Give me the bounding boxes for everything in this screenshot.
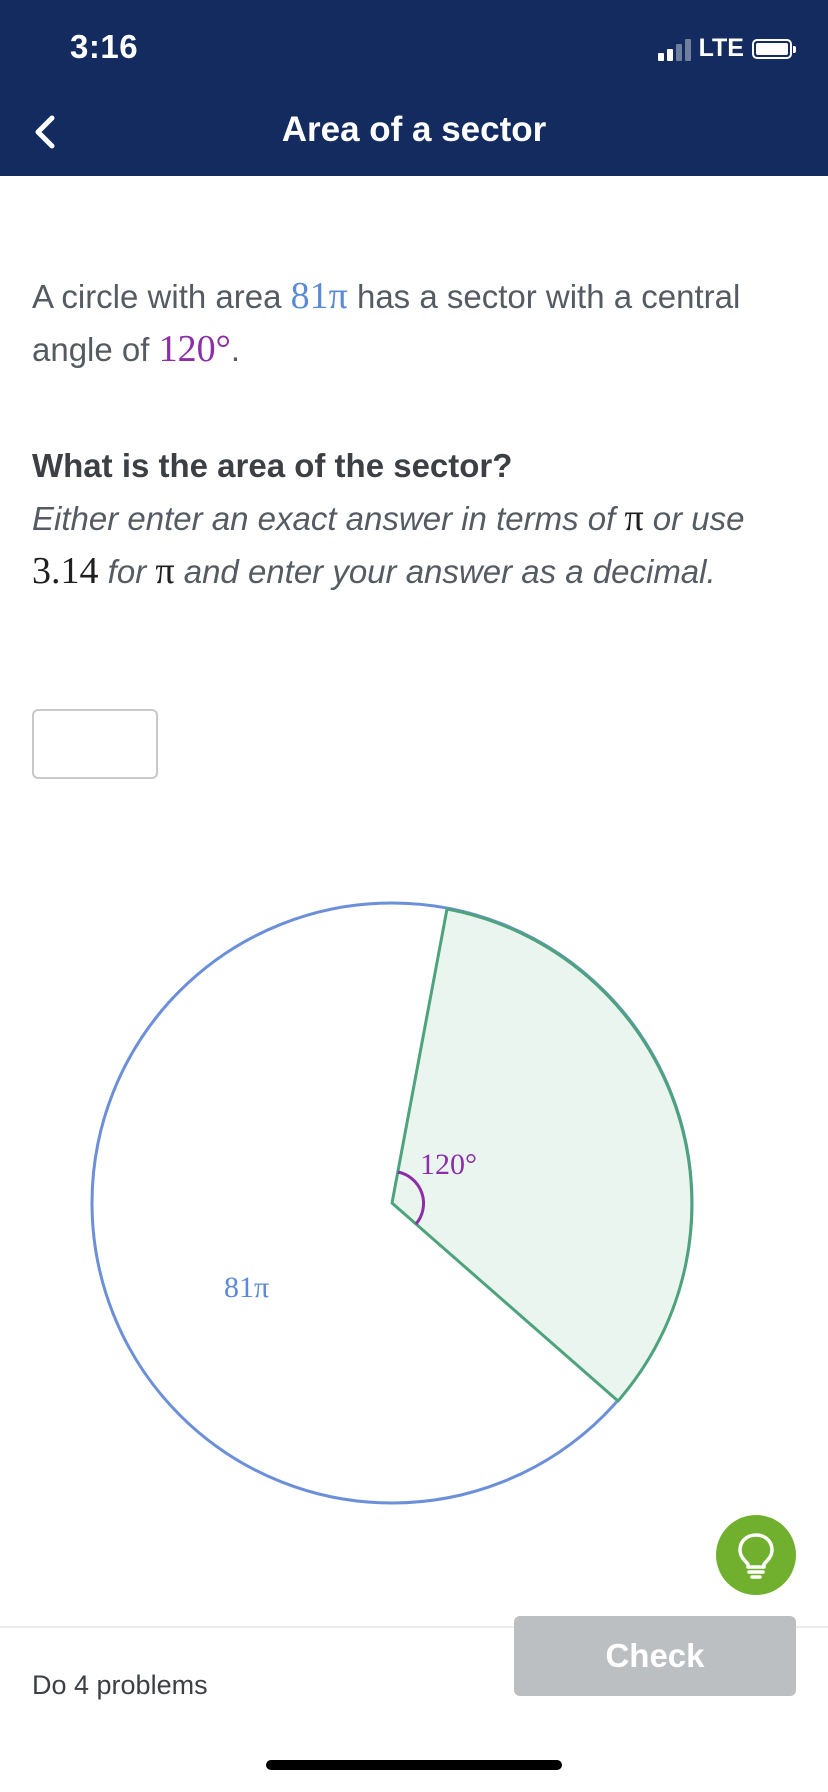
battery-icon [752, 38, 796, 59]
answer-instructions: Either enter an exact answer in terms of… [32, 492, 792, 598]
circle-area-label: 81π [224, 1271, 269, 1304]
problem-text-3: . [230, 331, 240, 368]
instructions-text-4: and enter your answer as a decimal. [174, 553, 716, 590]
pi-approximation: 3.14 [32, 550, 99, 592]
angle-label: 120° [420, 1148, 477, 1181]
problem-text-1: A circle with area [32, 278, 291, 315]
status-time: 3:16 [70, 28, 139, 65]
app-header: 3:16 LTE Area of a sector [0, 0, 828, 176]
lightbulb-icon [738, 1533, 774, 1579]
check-button[interactable]: Check [514, 1616, 796, 1696]
circle-area-value: 81π [290, 275, 348, 317]
question-title: What is the area of the sector? [32, 447, 513, 484]
problem-statement: A circle with area 81π has a sector with… [32, 270, 792, 376]
page-title: Area of a sector [281, 110, 547, 149]
instructions-text-2: or use [643, 500, 745, 537]
home-indicator[interactable] [266, 1760, 562, 1770]
problem-count: Do 4 problems [32, 1670, 208, 1700]
problem-content: A circle with area 81π has a sector with… [32, 270, 792, 598]
pi-symbol: π [624, 497, 644, 539]
sector-diagram: 120° 81π [90, 901, 694, 1505]
answer-input[interactable] [32, 709, 158, 779]
hint-button[interactable] [716, 1515, 796, 1595]
status-icons: LTE [657, 34, 796, 63]
pi-symbol: π [155, 550, 175, 592]
network-type: LTE [698, 34, 744, 62]
signal-icon [657, 37, 691, 61]
central-angle-value: 120° [158, 328, 231, 370]
instructions-text-1: Either enter an exact answer in terms of [32, 500, 625, 537]
instructions-text-3: for [98, 553, 156, 590]
